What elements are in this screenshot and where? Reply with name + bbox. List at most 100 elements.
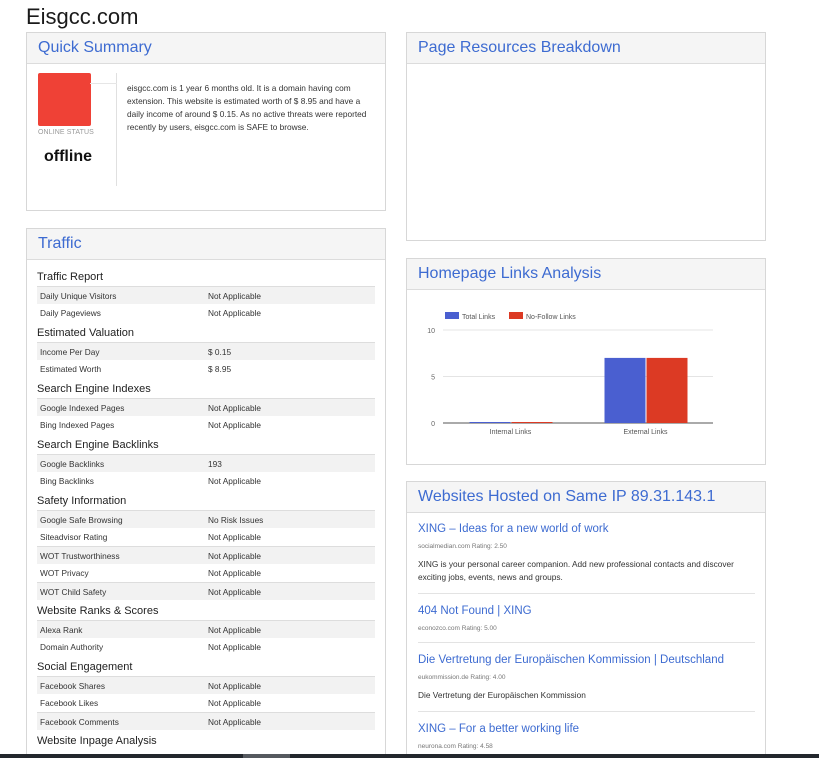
links-analysis-panel: Homepage Links Analysis Total Links No-Fo… [406,258,766,465]
traffic-row: Google Safe Browsing No Risk Issues [37,510,375,528]
traffic-row-value: Not Applicable [208,532,262,542]
same-ip-site-meta: eukommission.de Rating: 4.00 [418,674,506,681]
same-ip-site-meta: neurona.com Rating: 4.58 [418,743,493,750]
traffic-row-label: Google Safe Browsing [40,514,123,525]
traffic-row-label: Daily Pageviews [40,308,101,318]
traffic-row-label: Google Backlinks [40,458,105,469]
traffic-row: Daily Pageviews Not Applicable [37,304,375,322]
same-ip-site-meta: econozco.com Rating: 5.00 [418,625,497,632]
same-ip-site-link[interactable]: 404 Not Found | XING [418,604,755,618]
traffic-row-label: Alexa Rank [40,624,83,635]
y-tick-label: 0 [431,421,435,428]
traffic-row-label: WOT Privacy [40,568,89,578]
traffic-row: Google Backlinks 193 [37,454,375,472]
traffic-row: Siteadvisor Rating Not Applicable [37,528,375,546]
traffic-row-label: Bing Indexed Pages [40,420,115,430]
legend-label: Total Links [462,314,496,321]
traffic-row: Facebook Comments Not Applicable [37,712,375,730]
legend-label: No-Follow Links [526,314,576,321]
same-ip-site-link[interactable]: XING – For a better working life [418,722,755,736]
bar [604,357,646,423]
traffic-row: WOT Privacy Not Applicable [37,564,375,582]
traffic-title: Traffic [38,235,82,252]
quick-summary-title: Quick Summary [38,39,152,56]
traffic-row-value: Not Applicable [208,550,262,561]
traffic-row-label: Facebook Comments [40,716,119,727]
traffic-row-value: Not Applicable [208,586,262,597]
traffic-row: Income Per Day $ 0.15 [37,342,375,360]
bar [469,422,511,423]
traffic-section-title: Safety Information [37,495,127,507]
traffic-row-value: Not Applicable [208,476,262,486]
traffic-row-value: Not Applicable [208,642,262,652]
traffic-panel: Traffic Traffic Report Daily Unique Visit… [26,228,386,758]
traffic-section-title: Website Ranks & Scores [37,605,159,617]
traffic-row-label: Google Indexed Pages [40,402,125,413]
x-tick-label: External Links [624,429,668,436]
horizontal-scrollbar[interactable] [0,754,819,758]
status-label: ONLINE STATUS [38,129,94,136]
traffic-row: Estimated Worth $ 8.95 [37,360,375,378]
traffic-row-label: Income Per Day [40,346,100,357]
traffic-row: Bing Indexed Pages Not Applicable [37,416,375,434]
same-ip-item: Die Vertretung der Europäischen Kommissi… [418,653,755,712]
same-ip-item: 404 Not Found | XING econozco.com Rating:… [418,604,755,643]
links-analysis-title: Homepage Links Analysis [418,265,602,282]
traffic-row-label: Facebook Likes [40,698,99,708]
online-status-box: ONLINE STATUS offline [37,73,117,186]
page-resources-panel: Page Resources Breakdown [406,32,766,241]
traffic-section-title: Social Engagement [37,661,133,673]
traffic-row-value: Not Applicable [208,624,262,635]
status-divider [90,83,117,84]
links-analysis-header: Homepage Links Analysis [407,259,765,290]
same-ip-site-link[interactable]: XING – Ideas for a new world of work [418,522,755,536]
quick-summary-panel: Quick Summary ONLINE STATUS offline eisg… [26,32,386,211]
traffic-row: Facebook Likes Not Applicable [37,694,375,712]
traffic-section-title: Search Engine Backlinks [37,439,159,451]
y-tick-label: 5 [431,375,435,382]
traffic-row: Domain Authority Not Applicable [37,638,375,656]
traffic-row: Facebook Shares Not Applicable [37,676,375,694]
traffic-section-title: Website Inpage Analysis [37,735,157,747]
traffic-row-label: Domain Authority [40,642,104,652]
traffic-row-label: WOT Trustworthiness [40,550,120,561]
page-resources-title: Page Resources Breakdown [418,39,621,56]
traffic-row-value: Not Applicable [208,568,262,578]
links-bar-chart: Total Links No-Follow Links 0 5 10 Internal L… [427,312,713,436]
page-resources-header: Page Resources Breakdown [407,33,765,64]
legend-swatch [445,312,459,319]
legend-swatch [509,312,523,319]
traffic-row: Daily Unique Visitors Not Applicable [37,286,375,304]
same-ip-panel: Websites Hosted on Same IP 89.31.143.1 X… [406,481,766,758]
x-tick-label: Internal Links [490,429,532,436]
traffic-row-label: Siteadvisor Rating [40,532,108,542]
bar [646,357,688,423]
traffic-row: Google Indexed Pages Not Applicable [37,398,375,416]
same-ip-title: Websites Hosted on Same IP 89.31.143.1 [418,488,716,505]
traffic-header: Traffic [27,229,385,260]
traffic-row: WOT Trustworthiness Not Applicable [37,546,375,564]
same-ip-header: Websites Hosted on Same IP 89.31.143.1 [407,482,765,513]
same-ip-site-description: Die Vertretung der Europäischen Kommissi… [418,690,586,700]
scrollbar-thumb[interactable] [243,754,290,758]
same-ip-site-link[interactable]: Die Vertretung der Europäischen Kommissi… [418,653,755,667]
same-ip-site-description: XING is your personal career companion. … [418,559,734,582]
traffic-row: WOT Child Safety Not Applicable [37,582,375,600]
status-value: offline [44,148,92,165]
traffic-row-label: Facebook Shares [40,680,106,691]
status-indicator [38,73,91,126]
traffic-row-label: Estimated Worth [40,364,102,374]
traffic-row: Alexa Rank Not Applicable [37,620,375,638]
traffic-row-label: Bing Backlinks [40,476,94,486]
y-tick-label: 10 [427,328,435,335]
traffic-row-value: Not Applicable [208,716,262,727]
traffic-row-value: Not Applicable [208,402,262,413]
same-ip-item: XING – Ideas for a new world of work soci… [418,522,755,594]
summary-text: eisgcc.com is 1 year 6 months old. It is… [127,83,367,132]
traffic-row-value: Not Applicable [208,680,262,691]
same-ip-site-meta: socialmedian.com Rating: 2.50 [418,543,507,550]
traffic-row-label: WOT Child Safety [40,586,107,597]
traffic-row-value: No Risk Issues [208,514,264,525]
bar [511,422,553,423]
site-title: Eisgcc.com [26,4,139,29]
